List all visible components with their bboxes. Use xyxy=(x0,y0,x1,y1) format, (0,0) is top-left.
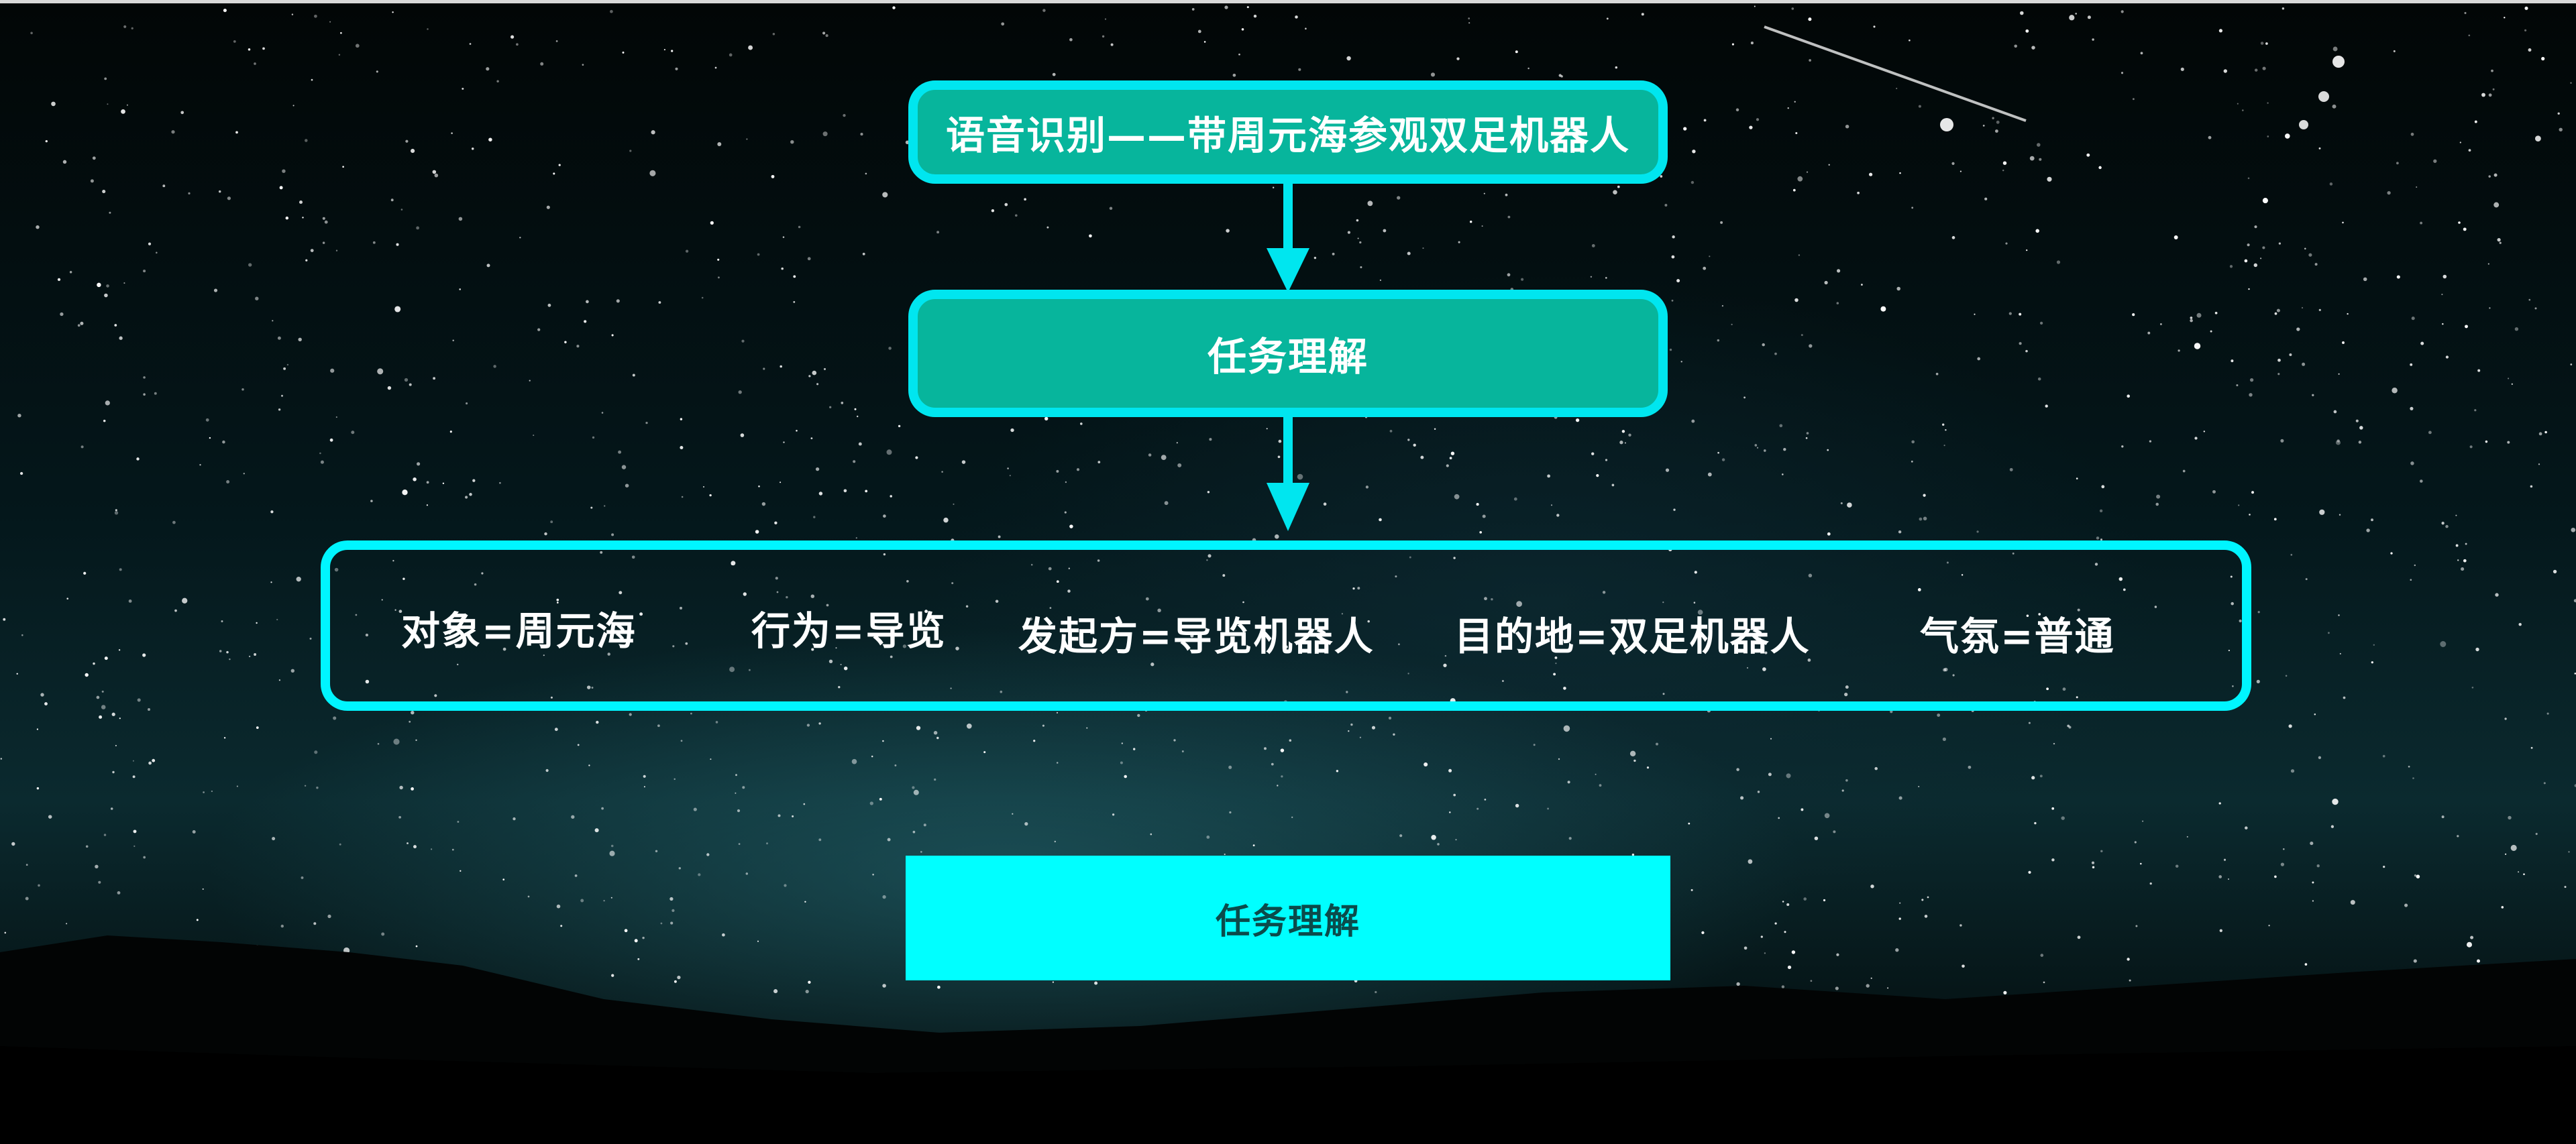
slot-initiator: 发起方=导览机器人 xyxy=(1018,614,1375,659)
slot-panel: 对象=周元海 行为=导览 发起方=导览机器人 目的地=双足机器人 气氛=普通 xyxy=(321,540,2251,711)
task-understanding-box: 任务理解 xyxy=(908,290,1668,417)
slot-behavior: 行为=导览 xyxy=(751,608,947,654)
starry-background: 语音识别——带周元海参观双足机器人 任务理解 对象=周元海 行为=导览 发起方=… xyxy=(0,0,2576,1144)
arrow-down-icon xyxy=(1267,182,1309,292)
slot-object: 对象=周元海 xyxy=(401,608,637,654)
speech-recognition-label: 语音识别——带周元海参观双足机器人 xyxy=(945,113,1630,158)
task-understanding-label: 任务理解 xyxy=(1207,334,1368,380)
slot-atmosphere: 气氛=普通 xyxy=(1920,614,2115,659)
arrow-down-icon xyxy=(1267,416,1309,531)
task-understanding-button[interactable]: 任务理解 xyxy=(906,856,1670,980)
slot-destination: 目的地=双足机器人 xyxy=(1454,614,1811,659)
speech-recognition-box: 语音识别——带周元海参观双足机器人 xyxy=(908,80,1668,184)
